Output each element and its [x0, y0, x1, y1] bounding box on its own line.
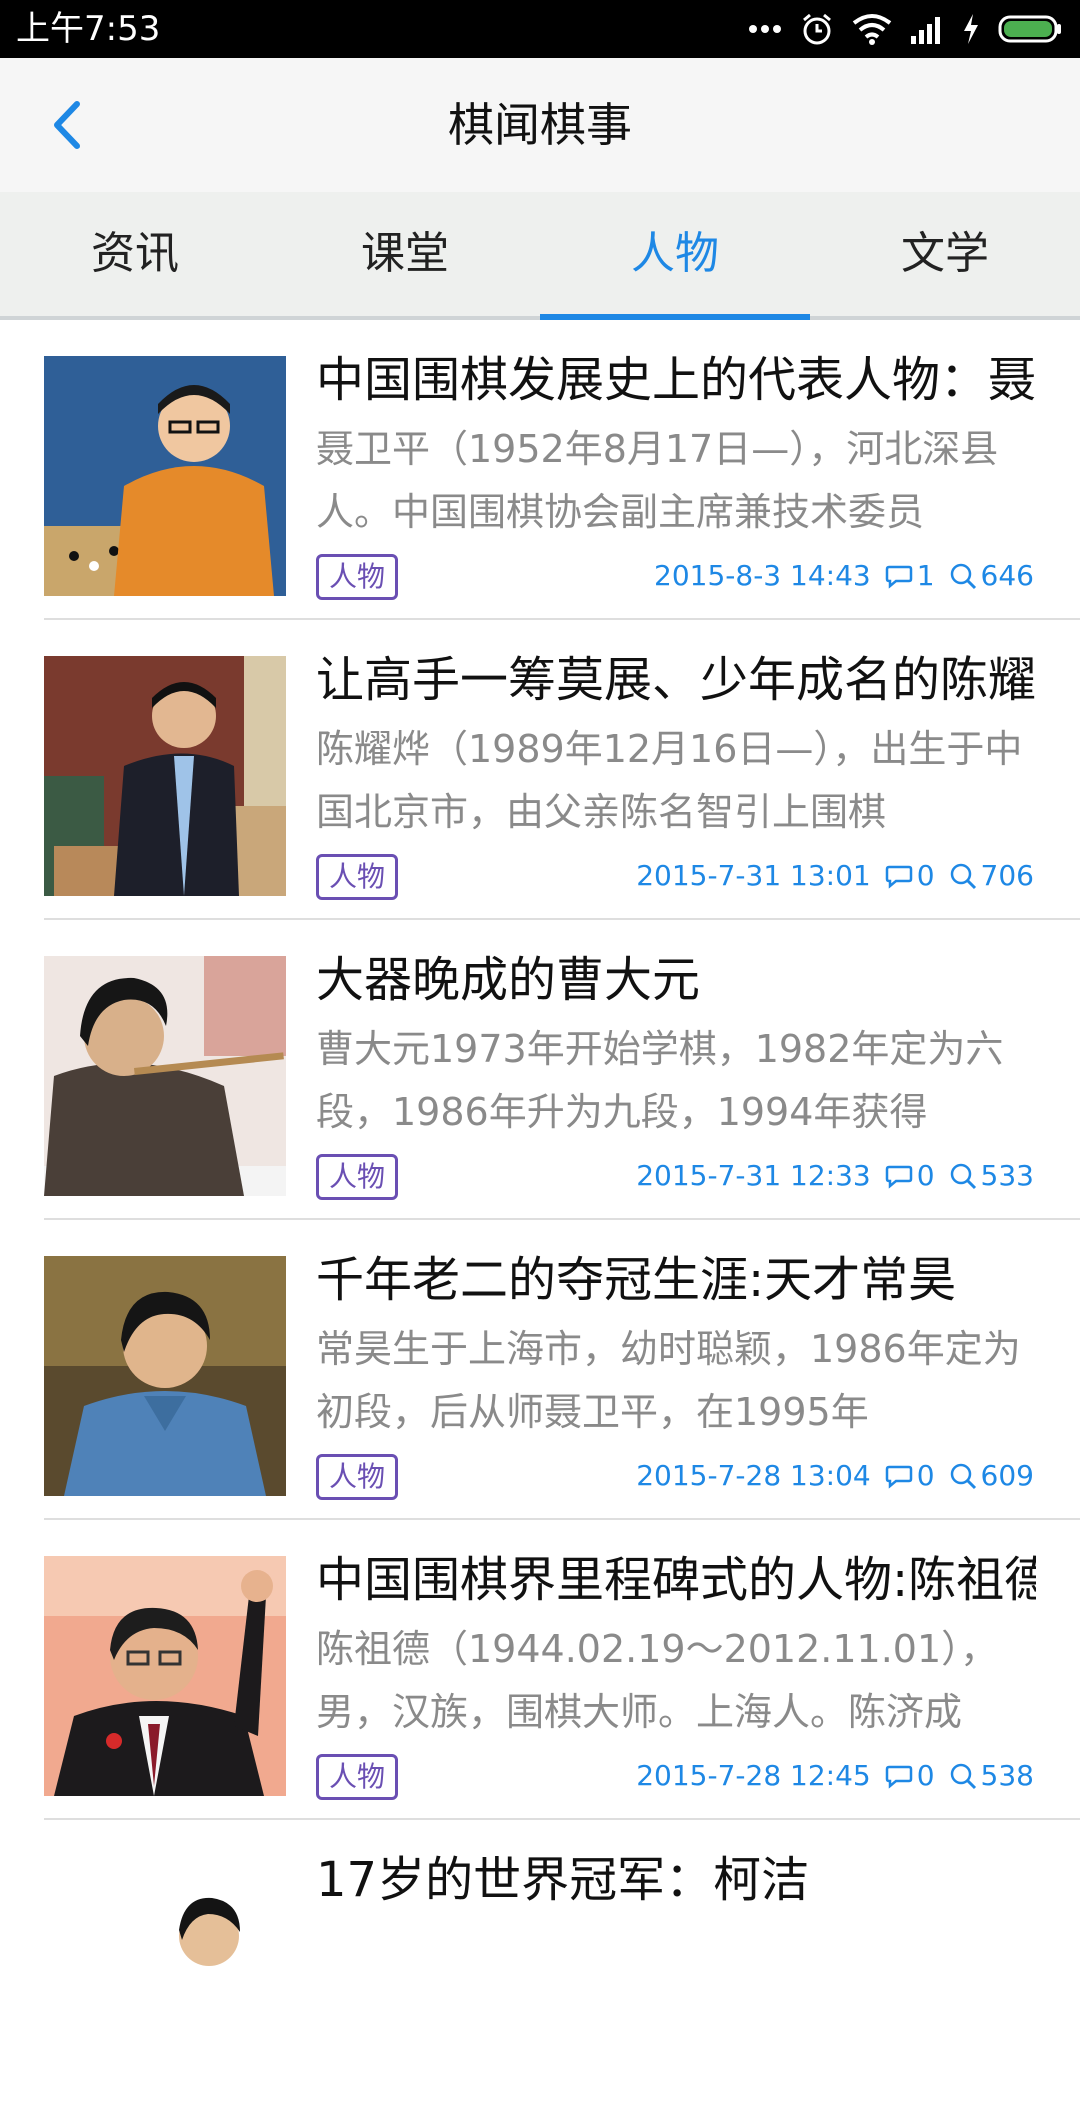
article-title: 让高手一筹莫展、少年成名的陈耀烨 [316, 652, 1036, 708]
alarm-icon [800, 12, 834, 46]
article-date: 2015-8-3 14:43 [654, 559, 871, 592]
article-date: 2015-7-28 13:04 [636, 1459, 871, 1492]
article-item[interactable]: 让高手一筹莫展、少年成名的陈耀烨 陈耀烨（1989年12月16日—），出生于中国… [0, 620, 1080, 920]
article-meta: 2015-8-3 14:43 1 646 [654, 556, 1034, 596]
status-time: 上午7:53 [16, 9, 161, 49]
more-dots-icon [748, 24, 782, 34]
article-meta: 2015-7-31 13:01 0 706 [636, 856, 1034, 896]
comment-count: 0 [916, 1759, 935, 1792]
article-meta: 2015-7-28 13:04 0 609 [636, 1456, 1034, 1496]
search-views-icon [950, 863, 976, 890]
article-thumbnail [44, 656, 286, 896]
article-title: 千年老二的夺冠生涯:天才常昊 [316, 1252, 957, 1308]
view-count: 533 [980, 1159, 1034, 1192]
article-item[interactable]: 17岁的世界冠军：柯洁 [0, 1820, 1080, 2120]
wifi-icon [852, 13, 892, 45]
article-title: 大器晚成的曹大元 [316, 952, 701, 1008]
page-title: 棋闻棋事 [448, 98, 632, 152]
battery-icon [998, 14, 1064, 44]
article-date: 2015-7-31 12:33 [636, 1159, 871, 1192]
category-tag: 人物 [316, 854, 399, 900]
tab-classroom[interactable]: 课堂 [270, 192, 540, 316]
tab-people[interactable]: 人物 [540, 192, 810, 320]
article-meta: 2015-7-28 12:45 0 538 [636, 1756, 1034, 1796]
article-item[interactable]: 中国围棋发展史上的代表人物：聂卫平 聂卫平（1952年8月17日—），河北深县人… [0, 320, 1080, 620]
article-item[interactable]: 中国围棋界里程碑式的人物:陈祖德 陈祖德（1944.02.19～2012.11.… [0, 1520, 1080, 1820]
category-tabs: 资讯 课堂 人物 文学 [0, 192, 1080, 320]
article-summary: 聂卫平（1952年8月17日—），河北深县人。中国围棋协会副主席兼技术委员 [316, 427, 999, 534]
article-thumbnail [44, 956, 286, 1196]
status-icons [748, 0, 1064, 58]
tab-literature[interactable]: 文学 [810, 192, 1080, 316]
search-views-icon [950, 563, 976, 590]
article-meta: 2015-7-31 12:33 0 533 [636, 1156, 1034, 1196]
article-title: 中国围棋界里程碑式的人物:陈祖德 [316, 1552, 1036, 1608]
article-thumbnail [44, 356, 286, 596]
article-date: 2015-7-31 13:01 [636, 859, 871, 892]
article-thumbnail [44, 1256, 286, 1496]
comment-icon [885, 1765, 912, 1789]
comment-icon [885, 1465, 912, 1489]
comment-count: 0 [916, 1159, 935, 1192]
category-tag: 人物 [316, 1454, 399, 1500]
article-date: 2015-7-28 12:45 [636, 1759, 871, 1792]
article-summary: 陈耀烨（1989年12月16日—），出生于中国北京市，由父亲陈名智引上围棋 [316, 727, 1023, 834]
article-summary: 陈祖德（1944.02.19～2012.11.01），男，汉族，围棋大师。上海人… [316, 1627, 999, 1734]
tab-news[interactable]: 资讯 [0, 192, 270, 316]
app-header: 棋闻棋事 [0, 58, 1080, 192]
search-views-icon [950, 1463, 976, 1490]
article-title: 中国围棋发展史上的代表人物：聂卫平 [316, 352, 1036, 408]
comment-icon [885, 865, 912, 889]
view-count: 538 [980, 1759, 1034, 1792]
article-thumbnail [44, 1556, 286, 1796]
category-tag: 人物 [316, 1154, 399, 1200]
comment-count: 0 [916, 1459, 935, 1492]
article-item[interactable]: 千年老二的夺冠生涯:天才常昊 常昊生于上海市，幼时聪颖，1986年定为初段，后从… [0, 1220, 1080, 1520]
search-views-icon [950, 1163, 976, 1190]
charging-icon [962, 13, 980, 45]
view-count: 706 [980, 859, 1034, 892]
category-tag: 人物 [316, 554, 399, 600]
comment-icon [885, 1165, 912, 1189]
status-bar: 上午7:53 [0, 0, 1080, 58]
article-thumbnail [44, 1856, 286, 2096]
view-count: 609 [980, 1459, 1034, 1492]
category-tag: 人物 [316, 1754, 399, 1800]
comment-icon [885, 565, 912, 589]
comment-count: 0 [916, 859, 935, 892]
article-item[interactable]: 大器晚成的曹大元 曹大元1973年开始学棋，1982年定为六段，1986年升为九… [0, 920, 1080, 1220]
article-title: 17岁的世界冠军：柯洁 [316, 1852, 810, 1908]
signal-icon [910, 14, 944, 44]
article-list: 中国围棋发展史上的代表人物：聂卫平 聂卫平（1952年8月17日—），河北深县人… [0, 320, 1080, 2120]
comment-count: 1 [916, 559, 935, 592]
article-summary: 曹大元1973年开始学棋，1982年定为六段，1986年升为九段，1994年获得 [316, 1027, 1004, 1134]
article-summary: 常昊生于上海市，幼时聪颖，1986年定为初段，后从师聂卫平，在1995年 [316, 1327, 1021, 1434]
view-count: 646 [980, 559, 1034, 592]
search-views-icon [950, 1763, 976, 1790]
